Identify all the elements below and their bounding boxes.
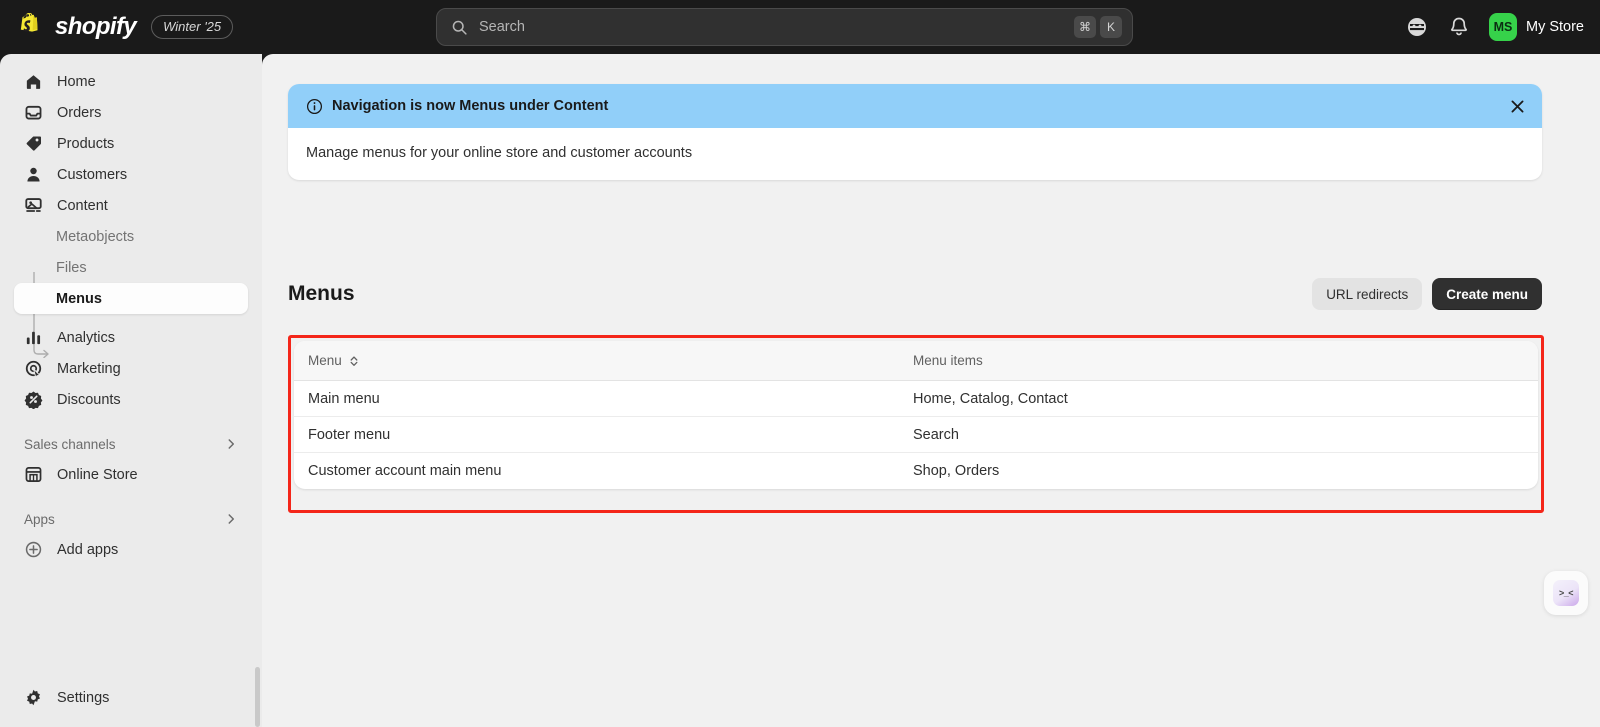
sidebar-item-label: Home <box>57 73 96 90</box>
cell-menu-items: Shop, Orders <box>913 463 1000 479</box>
customers-person-icon <box>27 167 40 182</box>
sidekick-face-icon: >_< <box>1553 580 1579 606</box>
sidebar-item-label: Content <box>57 197 108 214</box>
sidebar-section-apps[interactable]: Apps <box>14 504 248 534</box>
products-tag-icon <box>26 136 42 151</box>
table-row[interactable]: Footer menu Search <box>294 417 1538 453</box>
search-icon <box>452 20 467 35</box>
sidebar-item-customers[interactable]: Customers <box>14 159 248 190</box>
kbd-command: ⌘ <box>1074 16 1096 38</box>
add-apps-plus-icon <box>25 541 42 558</box>
sidekick-assistant-button[interactable]: >_< <box>1544 571 1588 615</box>
sidebar-item-products[interactable]: Products <box>14 128 248 159</box>
sidebar-item-home[interactable]: Home <box>14 66 248 97</box>
column-label: Menu <box>308 353 342 368</box>
home-icon <box>26 75 41 89</box>
sidebar-item-label: Online Store <box>57 466 138 483</box>
create-menu-button[interactable]: Create menu <box>1432 278 1542 310</box>
sidebar-item-online-store[interactable]: Online Store <box>14 459 248 490</box>
sidebar-item-menus[interactable]: Menus <box>14 283 248 314</box>
cell-menu-name: Footer menu <box>308 426 391 443</box>
sidebar-item-content[interactable]: Content <box>14 190 248 221</box>
sidebar-item-label: Menus <box>56 290 102 307</box>
analytics-bars-icon <box>26 331 41 345</box>
sidebar-item-settings[interactable]: Settings <box>14 682 248 713</box>
cell-menu-items: Home, Catalog, Contact <box>913 390 1068 407</box>
discounts-badge-icon <box>24 391 43 409</box>
url-redirects-button[interactable]: URL redirects <box>1312 278 1423 310</box>
gear-icon <box>27 689 40 706</box>
store-name-label: My Store <box>1525 19 1584 35</box>
main-content: Navigation is now Menus under Content Ma… <box>262 54 1600 727</box>
info-banner: Navigation is now Menus under Content Ma… <box>288 84 1542 180</box>
version-badge: Winter '25 <box>151 15 234 39</box>
top-bar: shopify Winter '25 Search ⌘ K MS My Stor… <box>0 0 1600 54</box>
sidebar-item-analytics[interactable]: Analytics <box>14 322 248 353</box>
chevron-right-icon <box>228 439 235 449</box>
close-icon[interactable] <box>1509 98 1526 115</box>
store-account-button[interactable]: MS My Store <box>1488 13 1584 41</box>
avatar: MS <box>1488 13 1517 41</box>
sidebar-item-label: Marketing <box>57 360 121 377</box>
cell-menu-items: Search <box>913 426 959 443</box>
online-store-icon <box>25 466 42 483</box>
info-icon <box>306 98 323 114</box>
sidebar: Home Orders Products Customers Content M… <box>0 54 262 727</box>
sidebar-item-files[interactable]: Files <box>14 252 248 283</box>
page-title: Menus <box>288 282 355 305</box>
sidebar-item-label: Products <box>57 135 115 152</box>
marketing-target-icon <box>25 360 42 378</box>
sidebar-item-label: Metaobjects <box>56 228 135 245</box>
search-input[interactable]: Search <box>479 19 1070 35</box>
sidebar-item-label: Orders <box>57 104 102 121</box>
sidebar-scrollbar[interactable] <box>255 667 260 727</box>
sidebar-item-metaobjects[interactable]: Metaobjects <box>14 221 248 252</box>
global-search[interactable]: Search ⌘ K <box>436 8 1133 46</box>
content-media-icon <box>25 198 42 212</box>
bell-icon[interactable] <box>1447 15 1471 39</box>
shopify-wordmark: shopify <box>55 13 137 40</box>
column-header-menu[interactable]: Menu <box>294 353 913 368</box>
shopify-logo-icon <box>20 13 38 32</box>
sort-chevrons-icon[interactable] <box>348 355 360 367</box>
store-status-icon[interactable] <box>1405 15 1429 39</box>
sidebar-item-label: Customers <box>57 166 128 183</box>
cell-menu-name: Customer account main menu <box>308 463 502 479</box>
kbd-k: K <box>1100 16 1122 38</box>
banner-body-text: Manage menus for your online store and c… <box>306 145 693 161</box>
shopify-brand[interactable]: shopify Winter '25 <box>18 13 234 41</box>
sidebar-section-sales-channels[interactable]: Sales channels <box>14 429 248 459</box>
sidebar-item-label: Analytics <box>57 329 116 346</box>
menus-table-card: Menu Menu items Main menu Home, Catalog,… <box>294 341 1538 489</box>
chevron-right-icon <box>228 514 235 524</box>
top-bar-actions: MS My Store <box>1405 0 1584 54</box>
sidebar-item-marketing[interactable]: Marketing <box>14 353 248 384</box>
sidebar-item-label: Discounts <box>57 391 121 408</box>
sidebar-item-discounts[interactable]: Discounts <box>14 384 248 415</box>
table-header-row: Menu Menu items <box>294 341 1538 381</box>
sidebar-item-orders[interactable]: Orders <box>14 97 248 128</box>
table-row[interactable]: Main menu Home, Catalog, Contact <box>294 381 1538 417</box>
sidebar-item-label: Add apps <box>57 541 119 558</box>
sidebar-item-label: Files <box>56 259 87 276</box>
sidebar-item-add-apps[interactable]: Add apps <box>14 534 248 565</box>
sidebar-item-label: Settings <box>57 689 110 706</box>
section-label: Sales channels <box>24 436 116 452</box>
column-header-menu-items: Menu items <box>913 353 983 368</box>
table-row[interactable]: Customer account main menu Shop, Orders <box>294 453 1538 489</box>
sidebar-settings-row: Settings <box>0 682 262 713</box>
cell-menu-name: Main menu <box>308 390 380 407</box>
section-label: Apps <box>24 511 55 527</box>
banner-title: Navigation is now Menus under Content <box>332 98 609 114</box>
orders-icon <box>25 105 42 120</box>
banner-header: Navigation is now Menus under Content <box>288 84 1542 128</box>
page-header: Menus URL redirects Create menu <box>288 276 1542 312</box>
